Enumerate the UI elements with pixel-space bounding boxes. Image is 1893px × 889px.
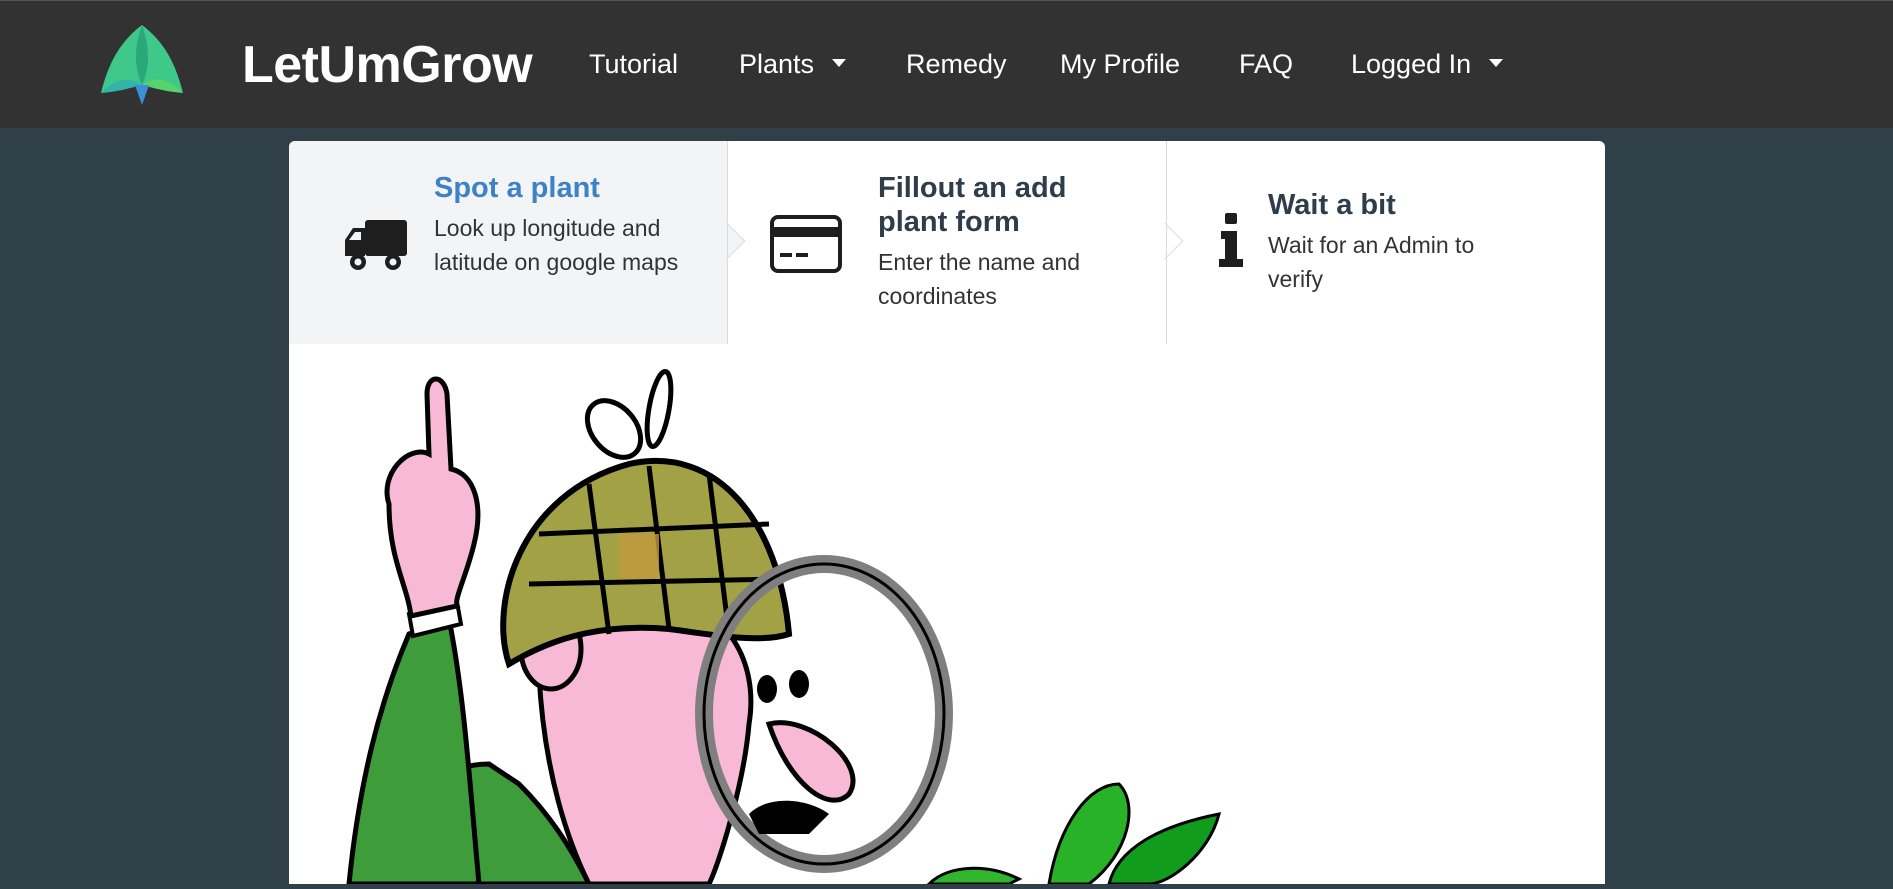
nav-my-profile[interactable]: My Profile [1060, 49, 1180, 80]
truck-icon [345, 220, 407, 270]
nav-remedy-label: Remedy [906, 49, 1007, 79]
step-fillout-form[interactable]: Fillout an add plant form Enter the name… [728, 141, 1166, 344]
step-description: Look up longitude and latitude on google… [434, 215, 679, 275]
nav-remedy[interactable]: Remedy [906, 49, 1007, 80]
step-title: Fillout an add plant form [878, 172, 1067, 238]
step-description: Wait for an Admin to verify [1268, 232, 1475, 292]
steps-bar: Spot a plant Look up longitude and latit… [289, 141, 1605, 345]
nav-profile-label: My Profile [1060, 49, 1181, 79]
step-title: Spot a plant [434, 172, 600, 204]
letumgrow-logo-icon[interactable] [101, 23, 183, 105]
caret-down-icon [1489, 58, 1504, 67]
detective-illustration [346, 369, 1222, 887]
nav-plants-dropdown[interactable]: Plants [739, 49, 847, 80]
nav-tutorial[interactable]: Tutorial [589, 49, 678, 80]
step-title: Wait a bit [1268, 189, 1396, 221]
nav-logged-in-dropdown[interactable]: Logged In [1351, 49, 1504, 80]
caret-down-icon [832, 58, 847, 67]
credit-card-icon [770, 215, 842, 273]
info-icon [1219, 213, 1243, 267]
nav-logged-in-label: Logged In [1351, 49, 1472, 79]
step-wait-a-bit[interactable]: Wait a bit Wait for an Admin to verify [1167, 141, 1605, 344]
brand-name[interactable]: LetUmGrow [242, 35, 533, 95]
top-navbar: LetUmGrow Tutorial Plants Remedy My Prof… [0, 0, 1893, 128]
step-spot-a-plant[interactable]: Spot a plant Look up longitude and latit… [289, 141, 727, 344]
nav-faq[interactable]: FAQ [1239, 49, 1293, 80]
nav-faq-label: FAQ [1239, 49, 1294, 79]
main-content [289, 344, 1605, 887]
nav-tutorial-label: Tutorial [589, 49, 679, 79]
step-description: Enter the name and coordinates [878, 249, 1081, 309]
nav-plants-label: Plants [739, 49, 815, 79]
